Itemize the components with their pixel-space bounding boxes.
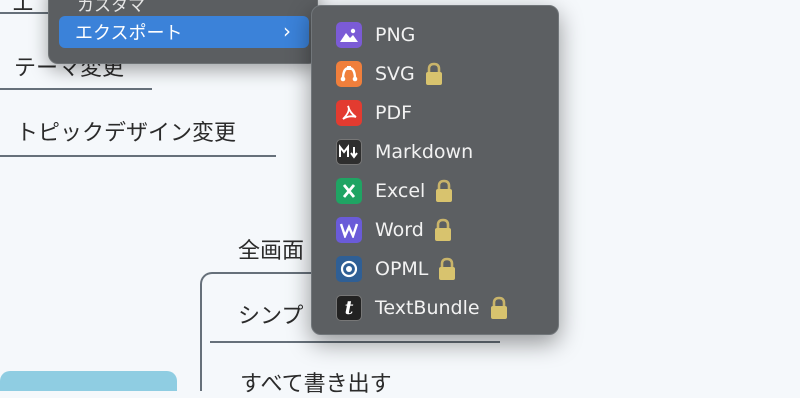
export-excel-label: Excel bbox=[375, 180, 426, 202]
pdf-icon bbox=[336, 100, 362, 126]
image-icon bbox=[336, 22, 362, 48]
export-pdf-item[interactable]: PDF bbox=[336, 98, 412, 128]
lock-icon bbox=[488, 296, 510, 320]
export-excel-item[interactable]: Excel bbox=[336, 176, 455, 206]
lock-icon bbox=[432, 218, 454, 242]
textbundle-icon: t bbox=[336, 295, 362, 321]
export-opml-label: OPML bbox=[375, 258, 429, 280]
topic-node[interactable] bbox=[0, 371, 177, 391]
connector-line bbox=[0, 155, 276, 157]
menu-item-export-label: エクスポート bbox=[75, 23, 183, 44]
lock-icon bbox=[436, 257, 458, 281]
menu-item-export[interactable]: エクスポート › bbox=[59, 16, 309, 48]
markdown-icon bbox=[336, 139, 362, 165]
child-export-all[interactable]: すべて書き出す bbox=[240, 366, 392, 398]
word-icon bbox=[336, 217, 362, 243]
export-png-item[interactable]: PNG bbox=[336, 20, 415, 50]
lock-icon bbox=[423, 62, 445, 86]
connector-vertical bbox=[200, 284, 202, 391]
branch-top-partial[interactable]: エ bbox=[12, 0, 34, 18]
opml-icon bbox=[336, 256, 362, 282]
connector-line bbox=[0, 88, 152, 90]
export-svg-label: SVG bbox=[375, 63, 415, 85]
export-markdown-label: Markdown bbox=[375, 141, 474, 163]
export-submenu: PNG SVG PDF Markdown Excel Word OPML t T… bbox=[311, 5, 559, 335]
export-svg-item[interactable]: SVG bbox=[336, 59, 445, 89]
export-png-label: PNG bbox=[375, 24, 416, 46]
export-markdown-item[interactable]: Markdown bbox=[336, 137, 473, 167]
child-simple[interactable]: シンプ bbox=[238, 298, 303, 330]
export-word-label: Word bbox=[375, 219, 424, 241]
export-textbundle-label: TextBundle bbox=[375, 297, 480, 319]
menu-item-customize[interactable]: カスタマ bbox=[77, 0, 145, 16]
excel-icon bbox=[336, 178, 362, 204]
child-fullscreen[interactable]: 全画面 bbox=[238, 233, 304, 265]
export-opml-item[interactable]: OPML bbox=[336, 254, 458, 284]
connector-line bbox=[210, 341, 500, 343]
connector-line bbox=[0, 12, 48, 14]
context-menu: カスタマ エクスポート › bbox=[48, 0, 318, 64]
chevron-right-icon: › bbox=[283, 19, 291, 43]
svg-icon bbox=[336, 61, 362, 87]
export-pdf-label: PDF bbox=[375, 102, 413, 124]
branch-topic-design[interactable]: トピックデザイン変更 bbox=[16, 115, 236, 147]
export-textbundle-item[interactable]: t TextBundle bbox=[336, 293, 510, 323]
lock-icon bbox=[433, 179, 455, 203]
export-word-item[interactable]: Word bbox=[336, 215, 454, 245]
